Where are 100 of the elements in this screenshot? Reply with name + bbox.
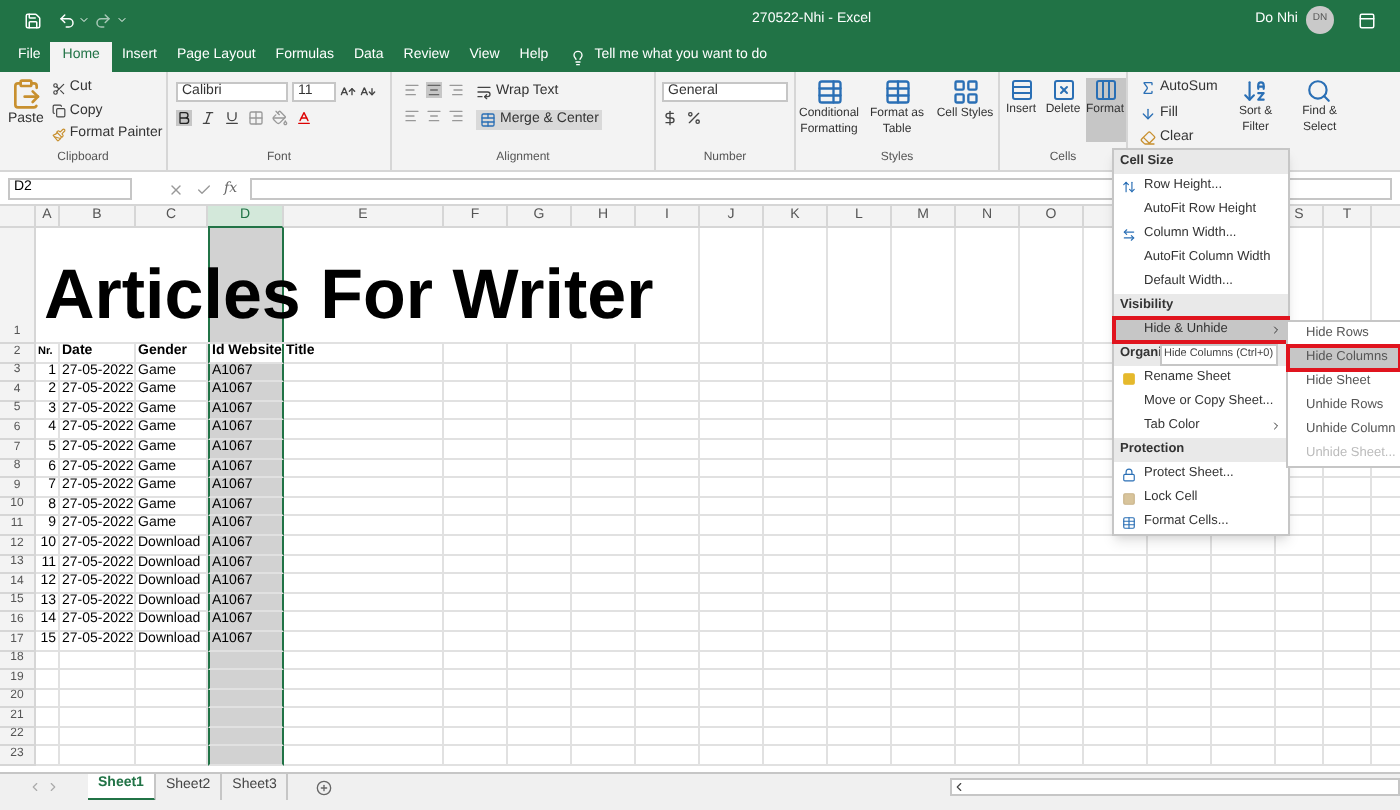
- table-cell: [572, 746, 636, 767]
- dropdown-icon[interactable]: [78, 14, 90, 26]
- table-cell: [208, 746, 284, 767]
- dollar-icon[interactable]: [662, 110, 678, 126]
- italic-icon[interactable]: [200, 110, 216, 126]
- table-cell: [572, 612, 636, 632]
- table-cell: [828, 228, 892, 344]
- table-cell: [1020, 344, 1084, 364]
- editing-icon: [1242, 78, 1269, 104]
- table-cell: [828, 478, 892, 498]
- underline-icon[interactable]: [224, 110, 240, 126]
- table-cell: [764, 689, 828, 709]
- table-cell: [700, 363, 764, 383]
- align-middle-icon[interactable]: [426, 82, 442, 98]
- undo-icon[interactable]: [58, 11, 76, 29]
- borders-icon[interactable]: [248, 110, 264, 126]
- table-cell: [572, 727, 636, 747]
- enter-icon[interactable]: [196, 181, 212, 197]
- align-center-icon[interactable]: [426, 108, 442, 124]
- table-cell: [1212, 727, 1276, 747]
- table-cell: [892, 535, 956, 556]
- font-color-icon[interactable]: [296, 110, 312, 126]
- cancel-icon[interactable]: [168, 181, 184, 197]
- table-cell: [764, 228, 828, 344]
- table-cell: [60, 708, 136, 728]
- table-cell: [508, 459, 572, 479]
- bold-icon[interactable]: [176, 110, 192, 126]
- save-icon[interactable]: [24, 11, 42, 29]
- table-cell: [892, 478, 956, 498]
- table-cell: [36, 651, 60, 671]
- table-cell: [892, 746, 956, 767]
- table-cell: [956, 516, 1020, 536]
- table-cell: [572, 401, 636, 421]
- table-cell: [956, 439, 1020, 460]
- table-cell: [892, 631, 956, 651]
- horizontal-scrollbar[interactable]: [950, 778, 1400, 796]
- editing-icon: [1140, 80, 1156, 97]
- table-cell: [444, 497, 508, 517]
- table-cell: [956, 363, 1020, 383]
- percent-icon[interactable]: [686, 110, 702, 126]
- table-cell: [444, 344, 508, 364]
- table-cell: [828, 439, 892, 460]
- table-cell: [700, 459, 764, 479]
- table-cell: [572, 344, 636, 364]
- add-sheet-icon[interactable]: [316, 779, 333, 795]
- redo-icon[interactable]: [94, 11, 112, 29]
- table-cell: [956, 401, 1020, 421]
- scroll-left-icon[interactable]: [952, 780, 966, 794]
- table-cell: [444, 439, 508, 460]
- table-cell: [1148, 593, 1212, 613]
- table-cell: [1276, 746, 1324, 767]
- table-cell: [1276, 670, 1324, 690]
- table-cell: [572, 631, 636, 651]
- table-cell: [636, 689, 700, 709]
- table-cell: [828, 708, 892, 728]
- copy-icon: [51, 104, 66, 119]
- table-cell: [700, 727, 764, 747]
- table-cell: [1020, 555, 1084, 575]
- fill-color-icon[interactable]: [272, 110, 288, 126]
- table-cell: [956, 631, 1020, 651]
- dropdown-icon[interactable]: [116, 14, 128, 26]
- table-cell: [700, 516, 764, 536]
- editing-icon: [1140, 105, 1156, 122]
- table-cell: [636, 439, 700, 460]
- table-cell: [828, 401, 892, 421]
- table-cell: [1212, 670, 1276, 690]
- table-cell: [764, 363, 828, 383]
- table-cell: [636, 420, 700, 440]
- align-bottom-icon[interactable]: [448, 82, 464, 98]
- table-cell: [1212, 746, 1276, 767]
- table-cell: [700, 401, 764, 421]
- shrink-font-icon[interactable]: [360, 84, 376, 100]
- table-cell: [1212, 555, 1276, 575]
- table-cell: [764, 401, 828, 421]
- table-cell: [208, 708, 284, 728]
- align-top-icon[interactable]: [404, 82, 420, 98]
- table-cell: [1148, 727, 1212, 747]
- table-cell: [444, 746, 508, 767]
- table-cell: [208, 727, 284, 747]
- table-cell: [36, 727, 60, 747]
- table-cell: [1084, 593, 1148, 613]
- table-cell: [764, 516, 828, 536]
- ribbon-display-icon[interactable]: [1358, 11, 1376, 29]
- table-cell: [636, 631, 700, 651]
- scroll-right-icon[interactable]: [46, 780, 60, 794]
- table-cell: [636, 670, 700, 690]
- table-cell: [636, 574, 700, 594]
- align-left-icon[interactable]: [404, 108, 420, 124]
- align-right-icon[interactable]: [448, 108, 464, 124]
- table-cell: [1212, 651, 1276, 671]
- table-cell: [508, 420, 572, 440]
- table-cell: [892, 344, 956, 364]
- table-cell: [444, 727, 508, 747]
- table-cell: [572, 420, 636, 440]
- table-cell: [572, 593, 636, 613]
- grow-font-icon[interactable]: [340, 84, 356, 100]
- table-cell: [700, 612, 764, 632]
- table-cell: [828, 574, 892, 594]
- table-cell: [764, 420, 828, 440]
- table-cell: [700, 478, 764, 498]
